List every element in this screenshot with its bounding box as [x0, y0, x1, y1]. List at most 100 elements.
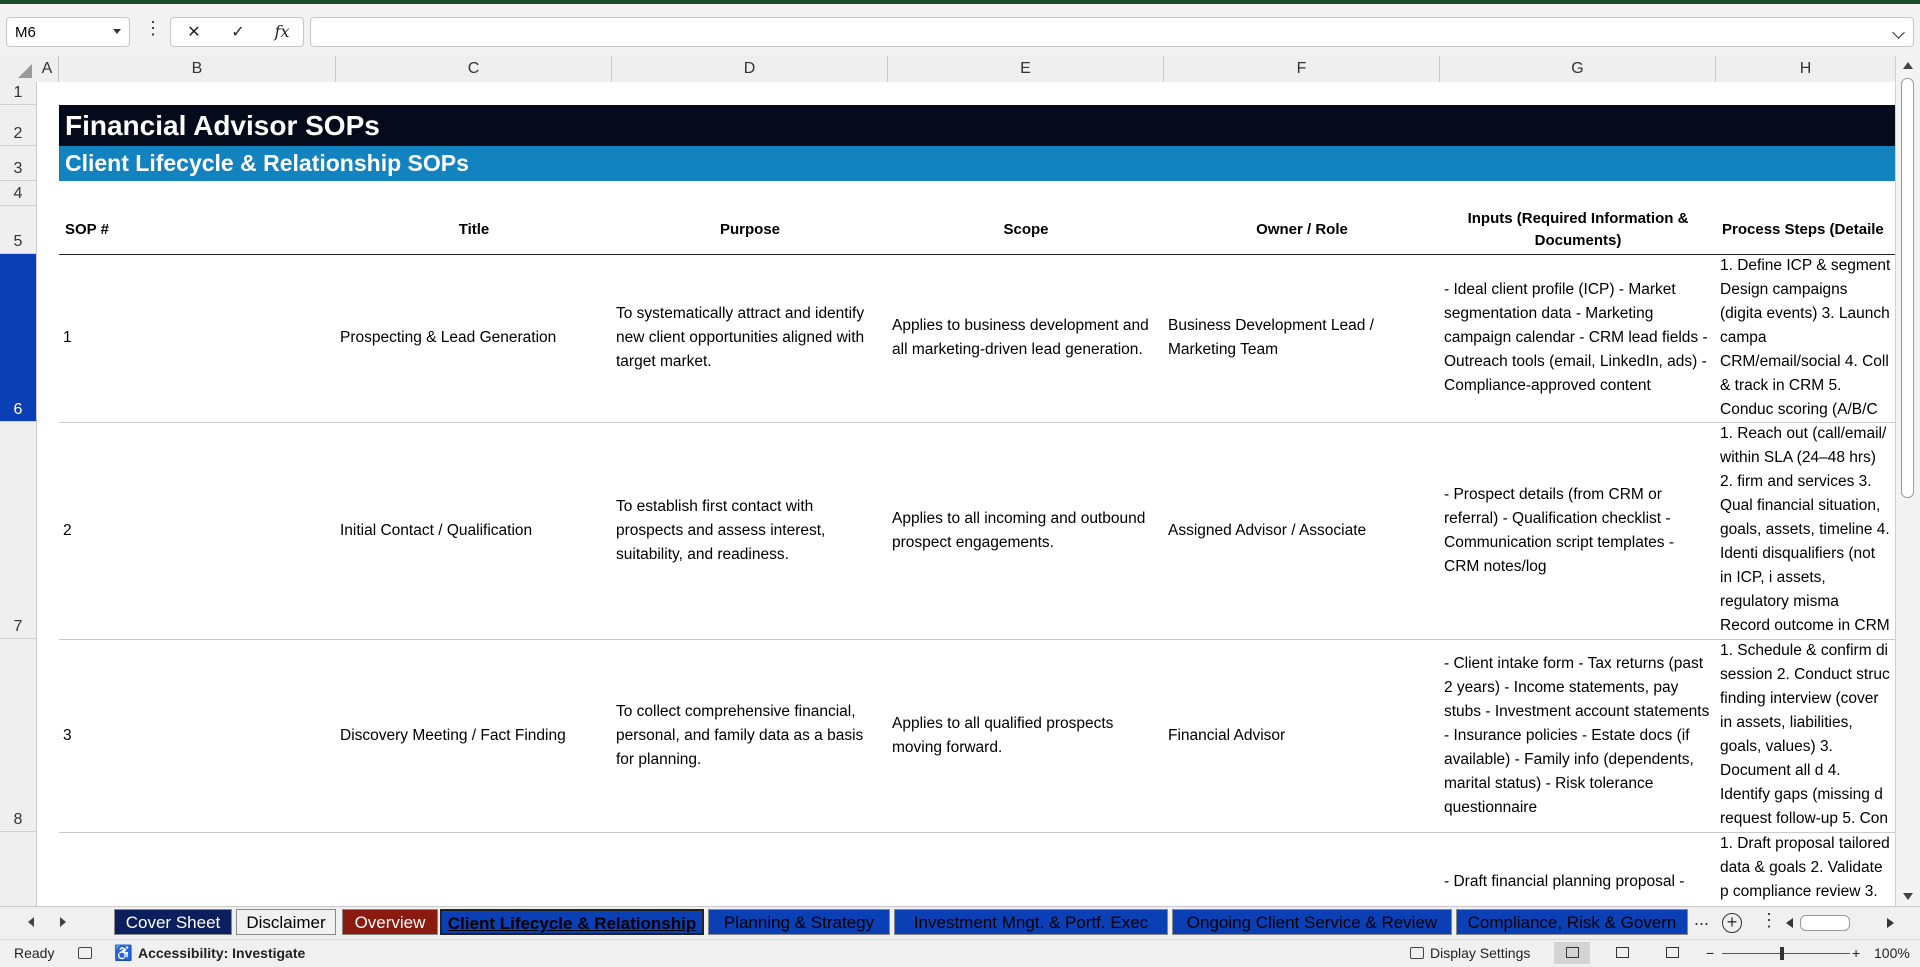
- sop-number-cell[interactable]: 2: [59, 422, 336, 639]
- inputs-cell[interactable]: - Ideal client profile (ICP) - Market se…: [1440, 254, 1716, 422]
- row-header-5[interactable]: 5: [0, 206, 36, 254]
- scope-cell[interactable]: Applies to all incoming and outbound pro…: [888, 422, 1164, 639]
- process-steps-cell[interactable]: 1. Schedule & confirm di session 2. Cond…: [1716, 639, 1895, 832]
- scope-cell[interactable]: Applies to all qualified prospects movin…: [888, 639, 1164, 832]
- title-cell[interactable]: Discovery Meeting / Fact Finding: [336, 639, 612, 832]
- table-row: - Draft financial planning proposal - 1.…: [59, 832, 1895, 906]
- sheet-tab-4[interactable]: Client Lifecycle & Relationship: [440, 909, 704, 935]
- row-header-4[interactable]: 4: [0, 181, 36, 206]
- scope-cell[interactable]: Applies to business development and all …: [888, 254, 1164, 422]
- column-header-c[interactable]: C: [336, 56, 612, 82]
- owner-cell[interactable]: Assigned Advisor / Associate: [1164, 422, 1440, 639]
- header-sop-number: SOP #: [65, 221, 109, 238]
- column-header-d[interactable]: D: [612, 56, 888, 82]
- page-break-view-button[interactable]: [1654, 942, 1690, 964]
- scroll-down-icon[interactable]: [1903, 893, 1913, 900]
- sheet-tab-1[interactable]: Cover Sheet: [114, 909, 232, 935]
- page-break-icon: [1666, 947, 1679, 958]
- name-box[interactable]: M6: [6, 17, 130, 47]
- macro-record-icon[interactable]: [78, 947, 92, 959]
- column-header-h[interactable]: H: [1716, 56, 1896, 82]
- process-steps-cell[interactable]: 1. Draft proposal tailored data & goals …: [1716, 832, 1895, 906]
- zoom-in-button[interactable]: +: [1852, 940, 1860, 967]
- page-layout-icon: [1616, 947, 1629, 958]
- title-cell[interactable]: Initial Contact / Qualification: [336, 422, 612, 639]
- purpose-cell[interactable]: To collect comprehensive financial, pers…: [612, 639, 888, 832]
- row-header-7[interactable]: 7: [0, 422, 36, 639]
- row-header-3[interactable]: 3: [0, 146, 36, 181]
- inputs-cell[interactable]: - Prospect details (from CRM or referral…: [1440, 422, 1716, 639]
- sheet-grid[interactable]: Financial Advisor SOPs Client Lifecycle …: [37, 82, 1895, 906]
- formula-input[interactable]: [310, 17, 1914, 47]
- more-options-icon[interactable]: ⋮: [144, 18, 162, 46]
- column-header-g[interactable]: G: [1440, 56, 1716, 82]
- zoom-slider-thumb[interactable]: [1780, 947, 1784, 960]
- zoom-slider-track[interactable]: [1722, 953, 1850, 954]
- display-settings-icon[interactable]: [1410, 947, 1424, 959]
- header-purpose: Purpose: [719, 221, 780, 238]
- owner-cell[interactable]: Financial Advisor: [1164, 639, 1440, 832]
- add-sheet-icon[interactable]: +: [1722, 913, 1742, 933]
- row-header-8[interactable]: 8: [0, 639, 36, 832]
- sheet-tab-5[interactable]: Planning & Strategy: [708, 909, 890, 935]
- owner-cell[interactable]: Business Development Lead / Marketing Te…: [1164, 254, 1440, 422]
- scroll-left-icon[interactable]: [1786, 918, 1793, 928]
- header-owner: Owner / Role: [1256, 221, 1348, 238]
- sheet-tab-7[interactable]: Ongoing Client Service & Review: [1172, 909, 1452, 935]
- accessibility-icon[interactable]: ♿: [114, 940, 133, 967]
- more-tabs-icon[interactable]: ...: [1694, 909, 1709, 930]
- table-row: 2 Initial Contact / Qualification To est…: [59, 422, 1895, 640]
- horizontal-scroll-track[interactable]: [1798, 915, 1878, 931]
- sheet-tab-6[interactable]: Investment Mngt. & Portf. Exec: [894, 909, 1168, 935]
- insert-function-icon[interactable]: fx: [267, 22, 297, 44]
- row-header-2[interactable]: 2: [0, 105, 36, 146]
- enter-icon[interactable]: ✓: [223, 22, 253, 44]
- display-settings-button[interactable]: Display Settings: [1430, 940, 1530, 967]
- select-all-button[interactable]: [0, 56, 36, 82]
- process-steps-cell[interactable]: 1. Define ICP & segment Design campaigns…: [1716, 254, 1895, 422]
- scroll-up-icon[interactable]: [1903, 62, 1913, 69]
- horizontal-scrollbar[interactable]: [1782, 914, 1896, 932]
- row-header-1[interactable]: 1: [0, 82, 36, 105]
- column-header-a[interactable]: A: [36, 56, 59, 82]
- title-cell[interactable]: Prospecting & Lead Generation: [336, 254, 612, 422]
- row-header-6[interactable]: 6: [0, 254, 36, 422]
- process-steps-cell[interactable]: 1. Reach out (call/email/ within SLA (24…: [1716, 422, 1895, 639]
- row-headers: 1 2 3 4 5 6 7 8: [0, 82, 37, 906]
- sop-number-cell[interactable]: 1: [59, 254, 336, 422]
- chevron-down-icon[interactable]: [113, 29, 121, 34]
- chevron-right-icon[interactable]: [60, 917, 66, 927]
- table-row: 1 Prospecting & Lead Generation To syste…: [59, 254, 1895, 423]
- vertical-scroll-thumb[interactable]: [1901, 78, 1914, 498]
- scroll-right-icon[interactable]: [1887, 918, 1894, 928]
- purpose-cell[interactable]: To systematically attract and identify n…: [612, 254, 888, 422]
- formula-buttons: ✕ ✓ fx: [170, 17, 304, 47]
- sop-number-cell[interactable]: 3: [59, 639, 336, 832]
- zoom-level[interactable]: 100%: [1874, 940, 1910, 967]
- more-options-icon[interactable]: ⋮: [1760, 910, 1778, 931]
- accessibility-status[interactable]: Accessibility: Investigate: [138, 940, 305, 967]
- expand-formula-bar-icon[interactable]: [1892, 26, 1905, 39]
- cancel-icon[interactable]: ✕: [179, 22, 209, 44]
- normal-view-button[interactable]: [1554, 942, 1590, 964]
- header-inputs: Inputs (Required Information & Documents…: [1467, 210, 1689, 249]
- sheet-tab-8[interactable]: Compliance, Risk & Govern: [1456, 909, 1688, 935]
- column-header-f[interactable]: F: [1164, 56, 1440, 82]
- sheet-tab-3[interactable]: Overview: [342, 909, 438, 935]
- column-header-b[interactable]: B: [59, 56, 336, 82]
- inputs-cell[interactable]: - Draft financial planning proposal -: [1440, 832, 1716, 906]
- sheet-tab-bar: Cover Sheet Disclaimer Overview Client Life…: [0, 906, 1920, 939]
- sheet-tab-2[interactable]: Disclaimer: [236, 909, 336, 935]
- zoom-out-button[interactable]: −: [1706, 940, 1714, 967]
- horizontal-scroll-thumb[interactable]: [1800, 915, 1850, 931]
- header-process-steps: Process Steps (Detaile: [1722, 221, 1884, 238]
- purpose-cell[interactable]: To establish first contact with prospect…: [612, 422, 888, 639]
- chevron-left-icon[interactable]: [28, 917, 34, 927]
- name-box-value: M6: [15, 24, 36, 41]
- page-layout-view-button[interactable]: [1604, 942, 1640, 964]
- vertical-scrollbar[interactable]: [1895, 56, 1920, 906]
- header-scope: Scope: [1003, 221, 1049, 238]
- status-bar: Ready ♿ Accessibility: Investigate Displ…: [0, 939, 1920, 967]
- inputs-cell[interactable]: - Client intake form - Tax returns (past…: [1440, 639, 1716, 832]
- column-header-e[interactable]: E: [888, 56, 1164, 82]
